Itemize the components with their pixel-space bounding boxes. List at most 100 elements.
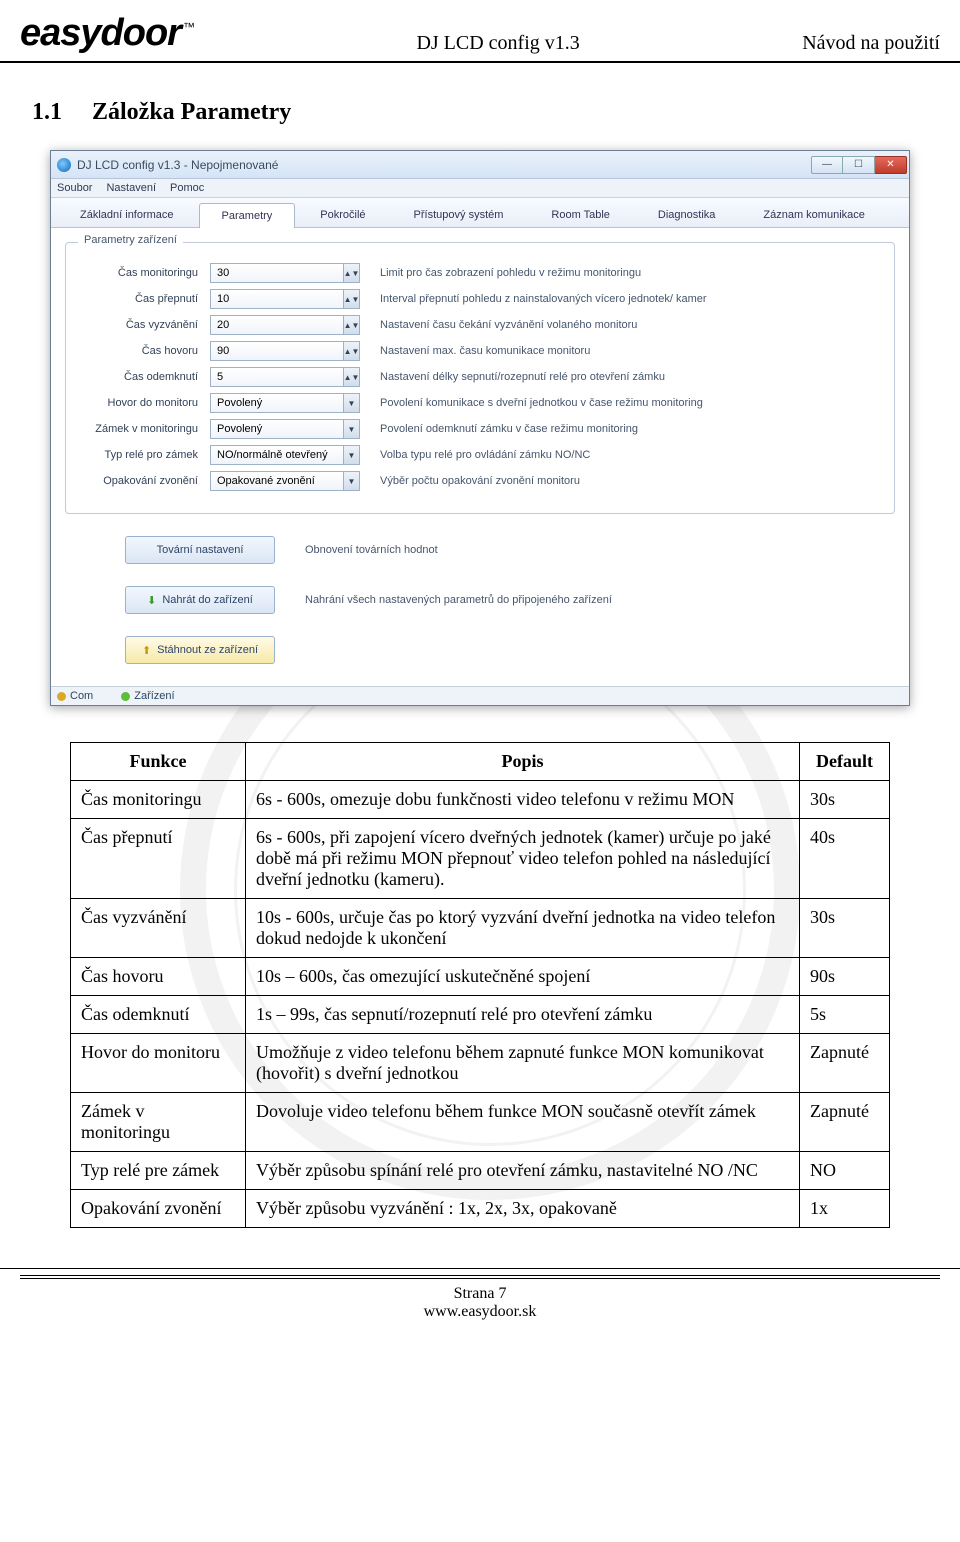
page-header: easydoor™ DJ LCD config v1.3 Návod na po… — [0, 0, 960, 63]
spinner-icon[interactable]: ▲▼ — [343, 290, 359, 308]
tab-advanced[interactable]: Pokročilé — [297, 202, 388, 227]
download-icon: ⬆ — [142, 644, 151, 657]
download-button[interactable]: ⬆ Stáhnout ze zařízení — [125, 636, 275, 664]
logo-text: easydoor — [20, 12, 181, 54]
cell-def: Zapnuté — [800, 1034, 890, 1093]
dropdown-input[interactable]: Povolený▼ — [210, 393, 360, 413]
cell-def: Zapnuté — [800, 1093, 890, 1152]
header-doc-type: Návod na použití — [802, 32, 940, 55]
menu-settings[interactable]: Nastavení — [106, 182, 156, 194]
footer-rule — [20, 1275, 940, 1279]
upload-label: Nahrát do zařízení — [162, 594, 253, 606]
tab-parametry[interactable]: Parametry — [199, 203, 296, 228]
form-row: Čas hovoru 90▲▼ Nastavení max. času komu… — [80, 341, 880, 361]
footer-url: www.easydoor.sk — [0, 1303, 960, 1321]
download-label: Stáhnout ze zařízení — [157, 644, 258, 656]
form-row: Typ relé pro zámek NO/normálně otevřený▼… — [80, 445, 880, 465]
app-icon — [57, 158, 71, 172]
upload-button[interactable]: ⬇ Nahrát do zařízení — [125, 586, 275, 614]
field-desc: Nastavení max. času komunikace monitoru — [360, 345, 590, 357]
factory-reset-button[interactable]: Tovární nastavení — [125, 536, 275, 564]
description-table: Funkce Popis Default Čas monitoringu 6s … — [70, 742, 890, 1228]
table-row: Čas vyzvánění 10s - 600s, určuje čas po … — [71, 899, 890, 958]
form-row: Opakování zvonění Opakované zvonění▼ Výb… — [80, 471, 880, 491]
fieldset-legend: Parametry zařízení — [78, 234, 183, 246]
page-footer: Strana 7 www.easydoor.sk — [0, 1268, 960, 1337]
spin-input[interactable]: 30▲▼ — [210, 263, 360, 283]
window-title: DJ LCD config v1.3 - Nepojmenované — [77, 158, 811, 172]
status-device: Zařízení — [121, 690, 174, 702]
statusbar: Com Zařízení — [51, 686, 909, 705]
tab-panel: Parametry zařízení Čas monitoringu 30▲▼ … — [51, 228, 909, 686]
field-desc: Povolení komunikace s dveřní jednotkou v… — [360, 397, 703, 409]
cell-desc: 10s - 600s, určuje čas po ktorý vyzvání … — [246, 899, 800, 958]
field-desc: Nastavení času čekání vyzvánění volaného… — [360, 319, 637, 331]
section-number: 1.1 — [32, 99, 86, 126]
minimize-button[interactable]: — — [811, 156, 843, 174]
field-desc: Interval přepnutí pohledu z nainstalovan… — [360, 293, 707, 305]
dropdown-input[interactable]: NO/normálně otevřený▼ — [210, 445, 360, 465]
table-row: Typ relé pre zámek Výběr způsobu spínání… — [71, 1152, 890, 1190]
tab-diag[interactable]: Diagnostika — [635, 202, 738, 227]
logo: easydoor™ — [20, 12, 194, 55]
section-title: 1.1 Záložka Parametry — [0, 63, 960, 150]
chevron-down-icon[interactable]: ▼ — [343, 420, 359, 438]
form-row: Čas vyzvánění 20▲▼ Nastavení času čekání… — [80, 315, 880, 335]
window-titlebar: DJ LCD config v1.3 - Nepojmenované — ☐ ✕ — [51, 151, 909, 179]
status-com: Com — [57, 690, 93, 702]
field-label: Čas monitoringu — [80, 267, 210, 279]
field-label: Čas přepnutí — [80, 293, 210, 305]
tab-comm[interactable]: Záznam komunikace — [740, 202, 888, 227]
cell-func: Typ relé pre zámek — [71, 1152, 246, 1190]
cell-func: Čas přepnutí — [71, 819, 246, 899]
table-row: Čas přepnutí 6s - 600s, při zapojení víc… — [71, 819, 890, 899]
tabstrip: Základní informace Parametry Pokročilé P… — [51, 198, 909, 228]
cell-def: 1x — [800, 1190, 890, 1228]
cell-def: 30s — [800, 781, 890, 819]
chevron-down-icon[interactable]: ▼ — [343, 394, 359, 412]
form-row: Čas monitoringu 30▲▼ Limit pro čas zobra… — [80, 263, 880, 283]
spin-input[interactable]: 10▲▼ — [210, 289, 360, 309]
dropdown-input[interactable]: Povolený▼ — [210, 419, 360, 439]
cell-func: Čas vyzvánění — [71, 899, 246, 958]
cell-desc: Výběr způsobu spínání relé pro otevření … — [246, 1152, 800, 1190]
field-label: Čas hovoru — [80, 345, 210, 357]
app-window: DJ LCD config v1.3 - Nepojmenované — ☐ ✕… — [50, 150, 910, 706]
com-indicator-icon — [57, 692, 66, 701]
tab-basic[interactable]: Základní informace — [57, 202, 197, 227]
cell-def: 5s — [800, 996, 890, 1034]
cell-desc: Umožňuje z video telefonu během zapnuté … — [246, 1034, 800, 1093]
maximize-button[interactable]: ☐ — [843, 156, 875, 174]
cell-desc: 1s – 99s, čas sepnutí/rozepnutí relé pro… — [246, 996, 800, 1034]
table-row: Zámek v monitoringu Dovoluje video telef… — [71, 1093, 890, 1152]
cell-desc: Dovoluje video telefonu během funkce MON… — [246, 1093, 800, 1152]
spin-input[interactable]: 20▲▼ — [210, 315, 360, 335]
chevron-down-icon[interactable]: ▼ — [343, 472, 359, 490]
window-buttons: — ☐ ✕ — [811, 156, 907, 174]
dropdown-input[interactable]: Opakované zvonění▼ — [210, 471, 360, 491]
spin-input[interactable]: 90▲▼ — [210, 341, 360, 361]
table-row: Čas odemknutí 1s – 99s, čas sepnutí/roze… — [71, 996, 890, 1034]
th-desc: Popis — [246, 743, 800, 781]
field-desc: Limit pro čas zobrazení pohledu v režimu… — [360, 267, 641, 279]
field-label: Typ relé pro zámek — [80, 449, 210, 461]
factory-reset-desc: Obnovení továrních hodnot — [305, 544, 438, 556]
spinner-icon[interactable]: ▲▼ — [343, 342, 359, 360]
tab-room[interactable]: Room Table — [528, 202, 633, 227]
spinner-icon[interactable]: ▲▼ — [343, 316, 359, 334]
spin-input[interactable]: 5▲▼ — [210, 367, 360, 387]
table-row: Čas monitoringu 6s - 600s, omezuje dobu … — [71, 781, 890, 819]
th-func: Funkce — [71, 743, 246, 781]
cell-func: Čas odemknutí — [71, 996, 246, 1034]
menu-file[interactable]: Soubor — [57, 182, 92, 194]
spinner-icon[interactable]: ▲▼ — [343, 368, 359, 386]
table-row: Opakování zvonění Výběr způsobu vyzváněn… — [71, 1190, 890, 1228]
tab-access[interactable]: Přístupový systém — [391, 202, 527, 227]
action-row-upload: ⬇ Nahrát do zařízení Nahrání všech nasta… — [125, 586, 895, 614]
spinner-icon[interactable]: ▲▼ — [343, 264, 359, 282]
status-device-label: Zařízení — [134, 690, 174, 702]
chevron-down-icon[interactable]: ▼ — [343, 446, 359, 464]
menu-help[interactable]: Pomoc — [170, 182, 204, 194]
close-button[interactable]: ✕ — [875, 156, 907, 174]
cell-func: Zámek v monitoringu — [71, 1093, 246, 1152]
